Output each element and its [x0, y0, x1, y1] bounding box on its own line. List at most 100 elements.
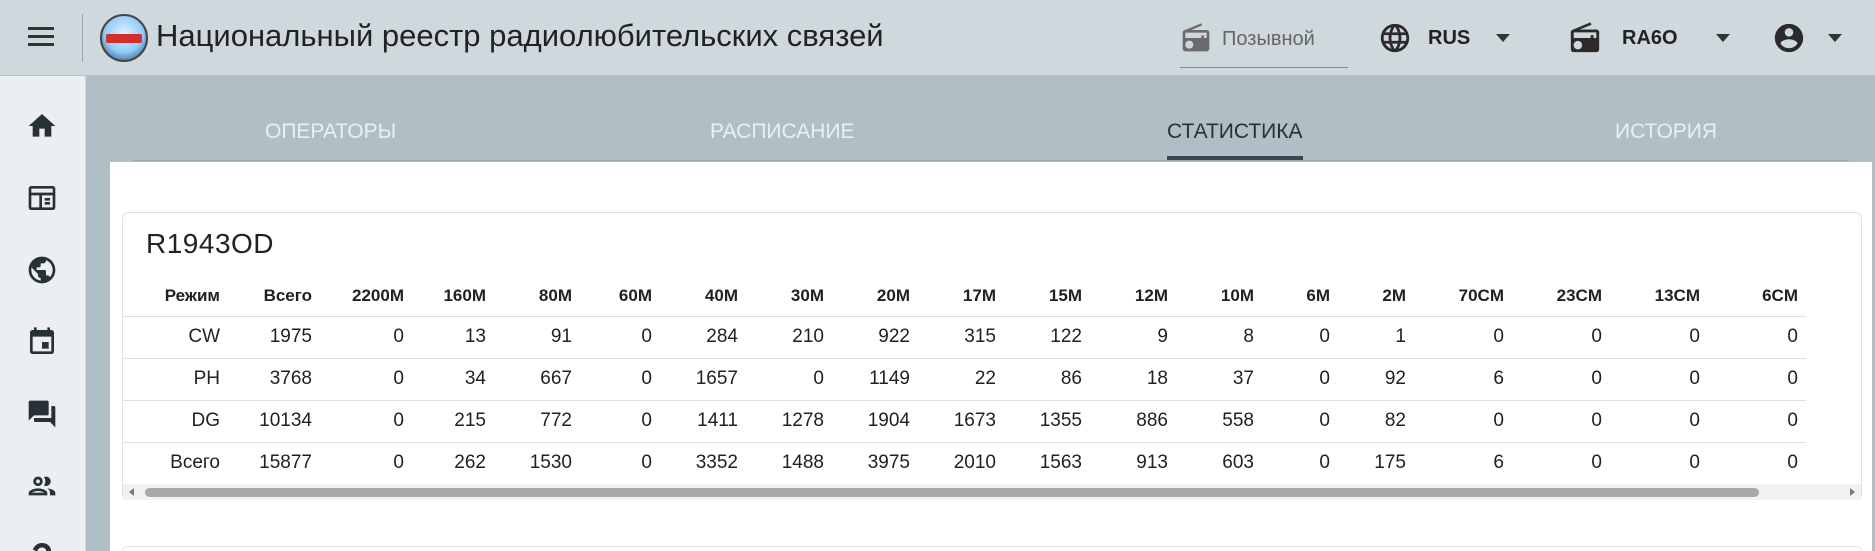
- table-cell: 9: [1090, 315, 1176, 358]
- tab-bar: ОПЕРАТОРЫ РАСПИСАНИЕ СТАТИСТИКА ИСТОРИЯ: [86, 76, 1875, 162]
- table-cell: 175: [1338, 441, 1414, 484]
- table-cell: 0: [1512, 315, 1610, 358]
- table-cell: 0: [320, 399, 412, 442]
- sidebar-item-help[interactable]: [22, 538, 62, 551]
- scroll-right-icon[interactable]: [1850, 488, 1855, 496]
- sidebar-item-chat[interactable]: [22, 394, 62, 434]
- radio-icon: [1570, 22, 1600, 53]
- chevron-down-icon: [1496, 34, 1511, 42]
- column-header: 6M: [1306, 285, 1330, 305]
- table-cell: 0: [1262, 315, 1338, 358]
- column-header: 17M: [962, 285, 996, 305]
- menu-icon[interactable]: [24, 22, 58, 54]
- table-cell: 0: [1708, 399, 1806, 442]
- table-cell: 37: [1176, 357, 1262, 400]
- account-menu[interactable]: [1772, 20, 1842, 56]
- tab-history[interactable]: ИСТОРИЯ: [1615, 120, 1717, 144]
- table-cell: 3975: [832, 441, 918, 484]
- chevron-down-icon: [1716, 34, 1730, 42]
- table-cell: 0: [1262, 357, 1338, 400]
- table-cell: 0: [1512, 399, 1610, 442]
- sidebar-item-world[interactable]: [22, 250, 62, 290]
- tab-operators[interactable]: ОПЕРАТОРЫ: [265, 120, 396, 144]
- tab-schedule[interactable]: РАСПИСАНИЕ: [710, 120, 854, 144]
- column-header: 40M: [704, 285, 738, 305]
- station-selector[interactable]: RA6O: [1568, 20, 1678, 56]
- column-header: 6CM: [1762, 285, 1798, 305]
- table-cell: 0: [1512, 357, 1610, 400]
- scrollbar-thumb[interactable]: [145, 488, 1759, 497]
- table-cell: 0: [320, 315, 412, 358]
- sidebar-item-home[interactable]: [22, 106, 62, 146]
- table-cell: 1488: [746, 441, 832, 484]
- station-dropdown-toggle[interactable]: [1716, 34, 1730, 42]
- table-cell: 1: [1338, 315, 1414, 358]
- sidebar-item-calendar[interactable]: [22, 322, 62, 362]
- table-cell: Всего: [122, 441, 232, 484]
- table-cell: 0: [1610, 441, 1708, 484]
- table-cell: 1904: [832, 399, 918, 442]
- table-cell: 667: [494, 357, 580, 400]
- table-cell: 215: [412, 399, 494, 442]
- globe-icon: [28, 256, 56, 284]
- column-header: 23CM: [1556, 285, 1602, 305]
- radio-icon: [1182, 23, 1210, 52]
- table-cell: 1975: [232, 315, 320, 358]
- app-title: Национальный реестр радиолюбительских св…: [156, 18, 884, 53]
- sidebar-item-table[interactable]: [22, 178, 62, 218]
- tab-statistics[interactable]: СТАТИСТИКА: [1167, 120, 1303, 144]
- table-cell: 13: [412, 315, 494, 358]
- column-header: 20M: [876, 285, 910, 305]
- account-circle-icon: [1774, 23, 1804, 53]
- table-cell: 0: [1708, 357, 1806, 400]
- table-cell: CW: [122, 315, 232, 358]
- table-cell: 122: [1004, 315, 1090, 358]
- home-icon: [28, 114, 56, 137]
- app-bar: Национальный реестр радиолюбительских св…: [0, 0, 1875, 76]
- column-header: 12M: [1134, 285, 1168, 305]
- divider: [82, 14, 83, 62]
- column-header: Всего: [263, 285, 312, 305]
- calendar-icon: [30, 327, 54, 354]
- sidebar-item-people[interactable]: [22, 466, 62, 506]
- table-cell: 3352: [660, 441, 746, 484]
- stats-callsign-title: R1943OD: [146, 228, 275, 259]
- table-cell: 913: [1090, 441, 1176, 484]
- table-cell: 1657: [660, 357, 746, 400]
- table-cell: 315: [918, 315, 1004, 358]
- people-icon: [28, 476, 56, 496]
- callsign-search-field[interactable]: [1180, 18, 1348, 68]
- column-header: 15M: [1048, 285, 1082, 305]
- table-cell: 0: [1512, 441, 1610, 484]
- table-cell: 6: [1414, 441, 1512, 484]
- table-cell: 1673: [918, 399, 1004, 442]
- table-cell: 82: [1338, 399, 1414, 442]
- column-header: 60M: [618, 285, 652, 305]
- column-header: 80M: [538, 285, 572, 305]
- horizontal-scrollbar[interactable]: [123, 484, 1861, 500]
- table-cell: 1149: [832, 357, 918, 400]
- app-logo[interactable]: [100, 14, 148, 62]
- table-cell: 886: [1090, 399, 1176, 442]
- table-cell: DG: [122, 399, 232, 442]
- table-cell: 0: [1708, 441, 1806, 484]
- active-tab-indicator: [1167, 156, 1303, 160]
- language-label: RUS: [1428, 26, 1471, 49]
- table-cell: 0: [1610, 357, 1708, 400]
- table-cell: 0: [1262, 441, 1338, 484]
- table-cell: 91: [494, 315, 580, 358]
- table-cell: 0: [580, 357, 660, 400]
- station-label: RA6O: [1622, 26, 1678, 49]
- tab-divider: [133, 160, 1849, 161]
- table-cell: 0: [1610, 315, 1708, 358]
- callsign-input[interactable]: [1222, 26, 1346, 52]
- table-cell: 3768: [232, 357, 320, 400]
- table-cell: 1411: [660, 399, 746, 442]
- table-cell: 10134: [232, 399, 320, 442]
- scroll-left-icon[interactable]: [129, 488, 134, 496]
- column-header: 160M: [443, 285, 486, 305]
- table-cell: 262: [412, 441, 494, 484]
- help-icon: [32, 543, 52, 551]
- language-selector[interactable]: RUS: [1378, 20, 1511, 56]
- table-cell: PH: [122, 357, 232, 400]
